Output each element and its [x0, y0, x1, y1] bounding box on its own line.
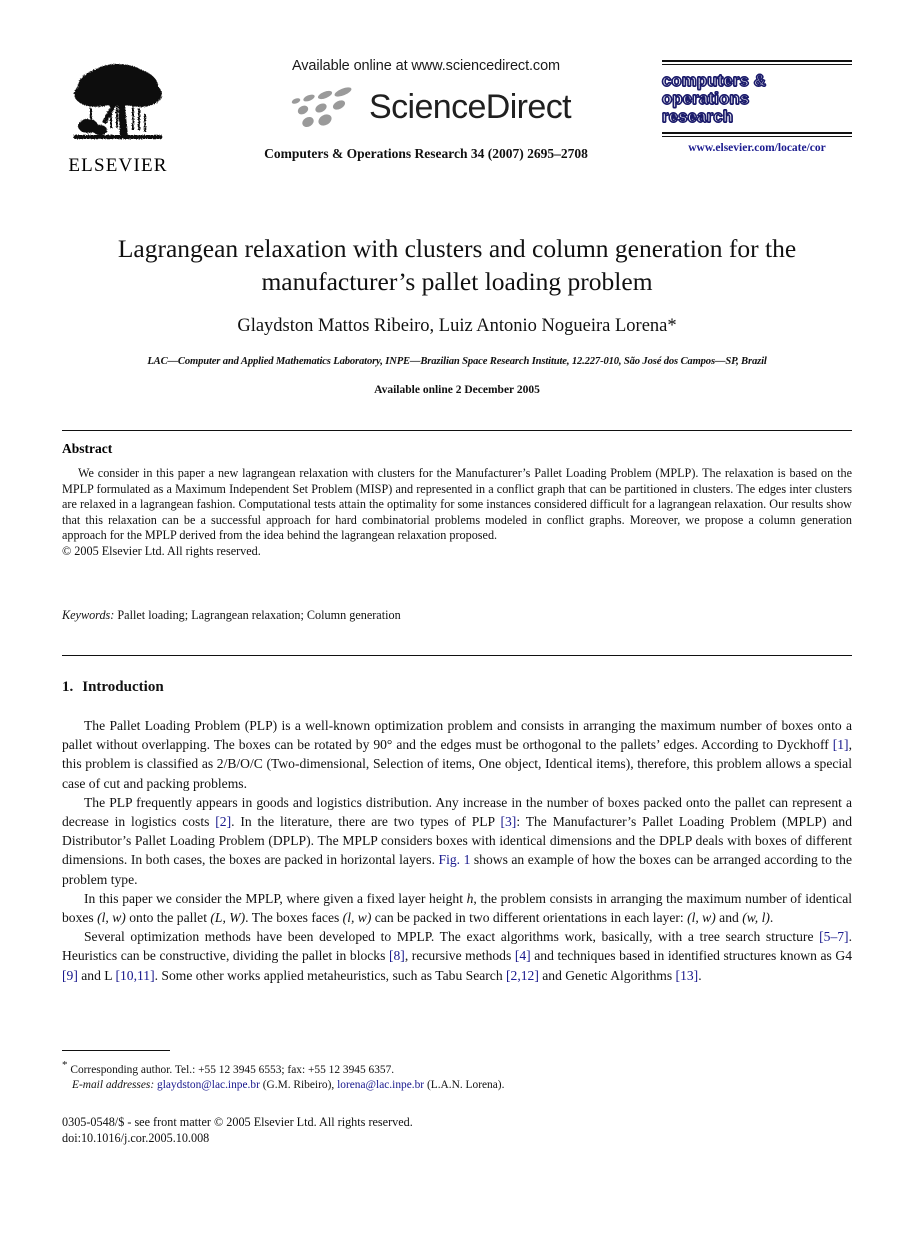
p3-text-c: onto the pallet — [125, 910, 211, 926]
abstract-body: We consider in this paper a new lagrange… — [62, 466, 852, 543]
p4-text-c: , recursive methods — [404, 948, 515, 964]
email-link-lorena[interactable]: lorena@lac.inpe.br — [337, 1079, 424, 1091]
paragraph-3: In this paper we consider the MPLP, wher… — [62, 889, 852, 927]
footnote-separator-rule — [62, 1050, 170, 1051]
keywords-label: Keywords: — [62, 608, 115, 622]
footnote-corresponding-author: * Corresponding author. Tel.: +55 12 394… — [62, 1058, 647, 1078]
paragraph-4: Several optimization methods have been d… — [62, 927, 852, 985]
paragraph-2: The PLP frequently appears in goods and … — [62, 793, 852, 889]
journal-logo-title: computers & operations research — [661, 65, 852, 132]
footer-block: 0305-0548/$ - see front matter © 2005 El… — [62, 1114, 413, 1147]
page-title: Lagrangean relaxation with clusters and … — [117, 234, 797, 296]
p1-text-a: The Pallet Loading Problem (PLP) is a we… — [62, 718, 852, 753]
math-box-dims-1: (l, w) — [97, 910, 126, 926]
citation-link-8[interactable]: [8] — [389, 948, 405, 963]
p2-text-b: . In the literature, there are two types… — [231, 814, 501, 830]
journal-logo-box: computers & operations research www.else… — [661, 60, 852, 154]
sciencedirect-block: Available online at www.sciencedirect.co… — [200, 58, 652, 162]
masthead: ELSEVIER Available online at www.science… — [0, 48, 907, 198]
p4-text-e: and L — [77, 967, 116, 983]
p3-text-f: and — [715, 910, 743, 926]
citation-link-2[interactable]: [2] — [215, 814, 231, 829]
abstract-top-rule — [62, 430, 852, 431]
abstract-copyright: © 2005 Elsevier Ltd. All rights reserved… — [62, 543, 261, 558]
sciencedirect-logo: ScienceDirect — [200, 84, 652, 130]
journal-logo-rule-bottom — [662, 132, 852, 137]
footnote-block: * Corresponding author. Tel.: +55 12 394… — [62, 1058, 647, 1094]
figure-link-fig1[interactable]: Fig. 1 — [439, 852, 471, 867]
elsevier-wordmark: ELSEVIER — [68, 155, 168, 176]
p4-text-g: and Genetic Algorithms — [538, 967, 676, 983]
citation-link-3[interactable]: [3] — [500, 814, 516, 829]
section-title: Introduction — [82, 679, 164, 695]
journal-url-link[interactable]: www.elsevier.com/locate/cor — [662, 142, 852, 154]
citation-link-10-11[interactable]: [10,11] — [115, 968, 154, 983]
math-box-dims-rotated: (w, l) — [742, 910, 770, 926]
doi-line: doi:10.1016/j.cor.2005.10.008 — [62, 1131, 210, 1146]
journal-citation: Computers & Operations Research 34 (2007… — [264, 146, 588, 161]
keywords-value: Pallet loading; Lagrangean relaxation; C… — [114, 608, 401, 622]
sciencedirect-wordmark: ScienceDirect — [369, 87, 572, 126]
citation-link-2-12[interactable]: [2,12] — [506, 968, 539, 983]
journal-logo-line-2: operations — [661, 89, 750, 108]
email-owner-2: (L.A.N. Lorena). — [424, 1079, 505, 1092]
available-online-at-text: Available online at www.sciencedirect.co… — [291, 58, 561, 74]
footnote-emails: E-mail addresses: glaydston@lac.inpe.br … — [62, 1078, 647, 1094]
sciencedirect-swoosh-icon — [291, 87, 352, 127]
math-box-dims-3: (l, w) — [687, 910, 716, 926]
elsevier-logo: ELSEVIER — [62, 58, 174, 177]
available-online-date: Available online 2 December 2005 — [374, 384, 540, 396]
citation-link-1[interactable]: [1] — [833, 737, 849, 752]
journal-logo-line-3: research — [661, 107, 734, 126]
keywords-bottom-rule — [62, 655, 852, 656]
section-heading-introduction: 1. Introduction — [62, 679, 164, 696]
p3-text-g: . — [769, 910, 774, 926]
p3-text-a: In this paper we consider the MPLP, wher… — [84, 890, 467, 906]
email-owner-1: (G.M. Ribeiro), — [259, 1079, 338, 1092]
section-number: 1. — [62, 679, 74, 695]
abstract-heading: Abstract — [62, 441, 113, 456]
math-pallet-dims: (L, W) — [210, 910, 246, 926]
p4-text-f: . Some other works applied metaheuristic… — [154, 967, 507, 983]
p4-text-a: Several optimization methods have been d… — [84, 929, 820, 945]
citation-link-5-7[interactable]: [5–7] — [819, 929, 848, 944]
author-list: Glaydston Mattos Ribeiro, Luiz Antonio N… — [237, 316, 677, 336]
front-matter-line: 0305-0548/$ - see front matter © 2005 El… — [62, 1115, 413, 1129]
citation-link-13[interactable]: [13] — [676, 968, 699, 983]
p3-text-e: can be packed in two different orientati… — [371, 910, 688, 926]
p3-text-d: . The boxes faces — [245, 910, 343, 926]
introduction-body: The Pallet Loading Problem (PLP) is a we… — [62, 716, 852, 985]
p4-text-h: . — [698, 967, 702, 983]
abstract-section: Abstract We consider in this paper a new… — [62, 441, 852, 560]
citation-link-9[interactable]: [9] — [62, 968, 78, 983]
footnote-corresponding-text: Corresponding author. Tel.: +55 12 3945 … — [67, 1063, 395, 1076]
title-block: Lagrangean relaxation with clusters and … — [62, 232, 852, 396]
email-addresses-label: E-mail addresses: — [72, 1079, 155, 1092]
paragraph-1: The Pallet Loading Problem (PLP) is a we… — [62, 716, 852, 793]
citation-link-4[interactable]: [4] — [515, 948, 531, 963]
keywords-line: Keywords: Pallet loading; Lagrangean rel… — [62, 608, 401, 623]
email-link-ribeiro[interactable]: glaydston@lac.inpe.br — [157, 1079, 260, 1091]
elsevier-tree-icon — [70, 58, 166, 154]
paper-page: ELSEVIER Available online at www.science… — [0, 0, 907, 1238]
math-box-dims-2: (l, w) — [342, 910, 372, 926]
affiliation: LAC—Computer and Applied Mathematics Lab… — [147, 356, 767, 367]
p4-text-d: and techniques based in identified struc… — [530, 948, 852, 964]
journal-logo-line-1: computers & — [661, 71, 767, 90]
